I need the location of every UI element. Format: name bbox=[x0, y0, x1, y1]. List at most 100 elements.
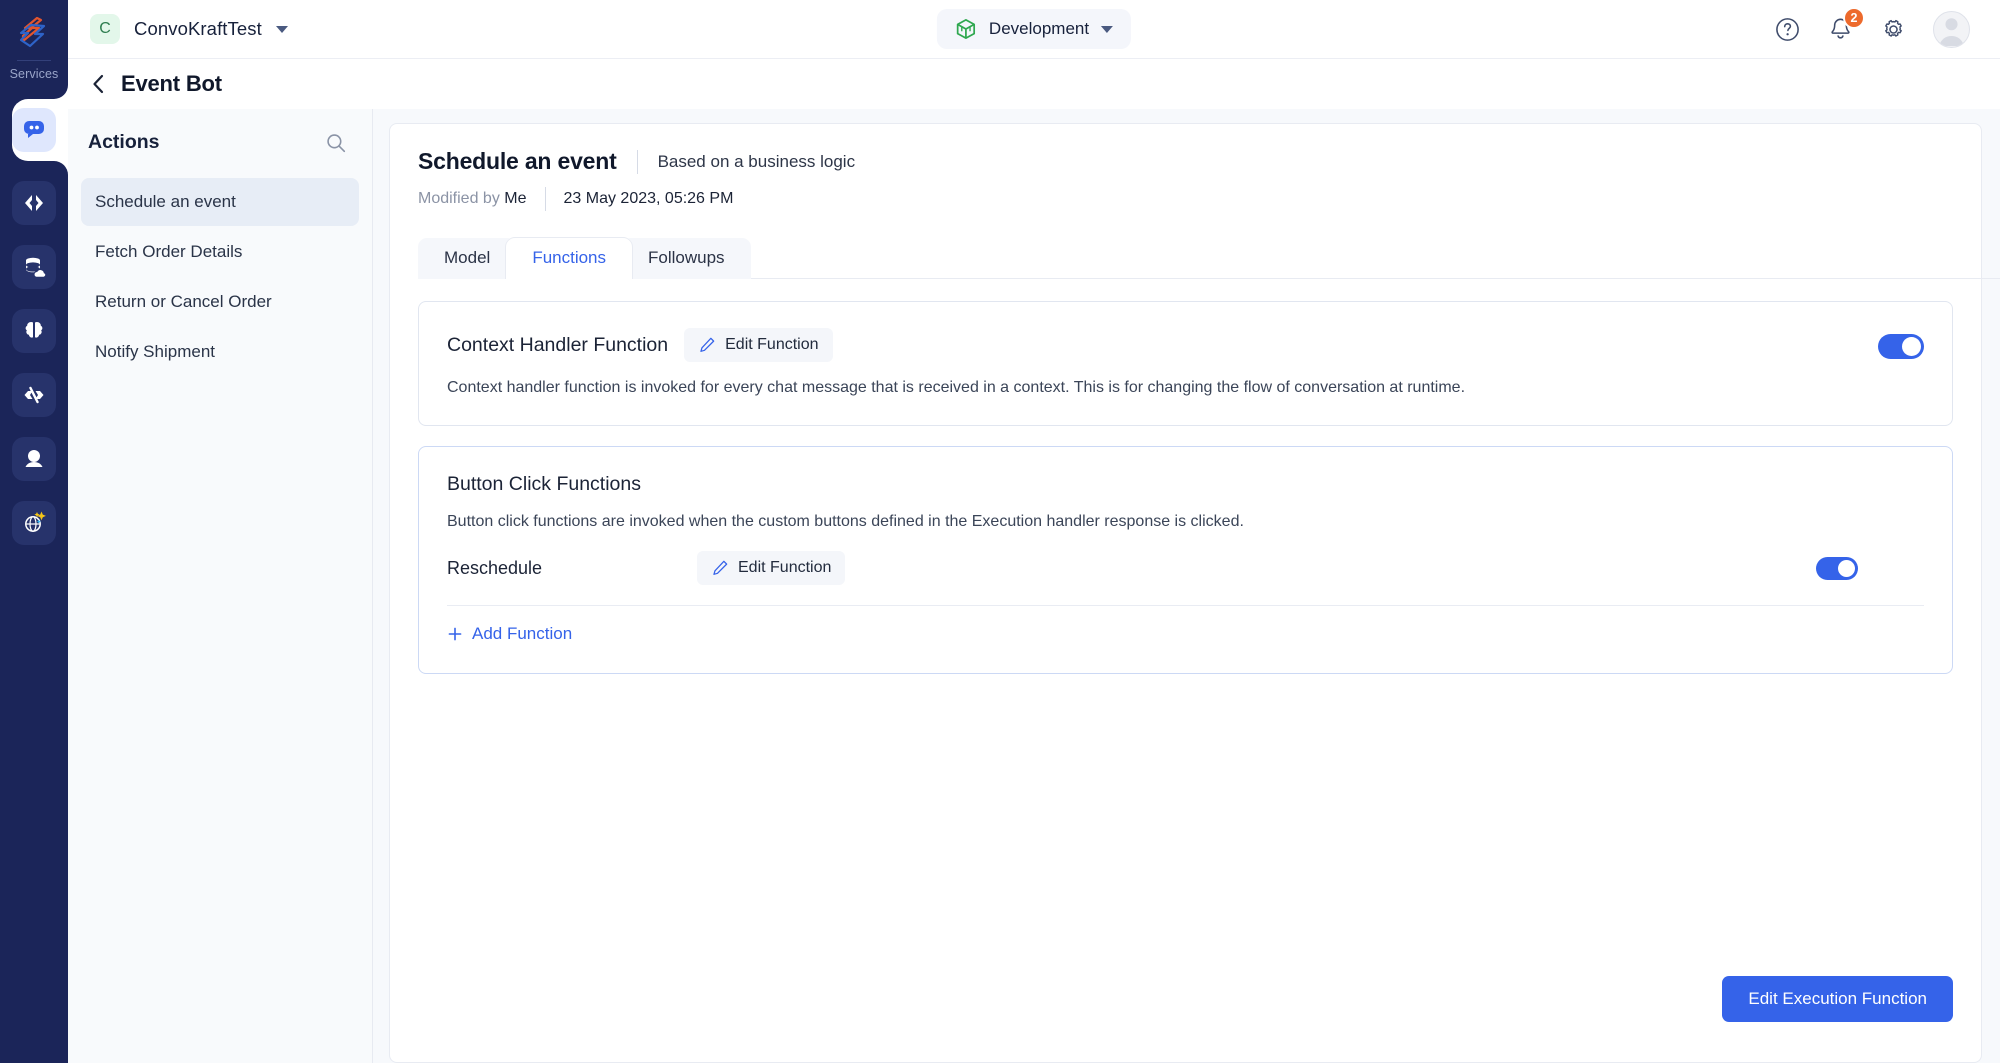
rail-items bbox=[0, 99, 68, 545]
settings-button[interactable] bbox=[1880, 16, 1907, 43]
context-handler-content: Context Handler Function Edit Function C… bbox=[447, 328, 1878, 399]
context-handler-toggle[interactable] bbox=[1878, 334, 1924, 359]
actions-pane: Actions Schedule an event Fetch Order De… bbox=[68, 109, 373, 1063]
chat-bubble-icon bbox=[21, 117, 47, 143]
body: Actions Schedule an event Fetch Order De… bbox=[68, 109, 2000, 1063]
tab-followups[interactable]: Followups bbox=[622, 238, 751, 279]
function-edit-function-label: Edit Function bbox=[738, 559, 831, 577]
app-root: Services bbox=[0, 0, 2000, 1063]
plus-icon bbox=[447, 626, 463, 642]
context-handler-edit-function-label: Edit Function bbox=[725, 336, 818, 354]
toggle-knob bbox=[1902, 337, 1921, 356]
sidebar-item-fetch-order-details[interactable]: Fetch Order Details bbox=[81, 228, 359, 276]
pencil-icon bbox=[698, 336, 716, 354]
modified-by-text: Modified by bbox=[418, 190, 500, 207]
context-handler-description: Context handler function is invoked for … bbox=[447, 376, 1878, 399]
sidebar-item-schedule-an-event[interactable]: Schedule an event bbox=[81, 178, 359, 226]
button-click-functions-description: Button click functions are invoked when … bbox=[447, 510, 1924, 533]
detail-title-row: Schedule an event Based on a business lo… bbox=[418, 148, 1953, 175]
add-function-label: Add Function bbox=[472, 624, 572, 644]
infinity-links-icon bbox=[21, 382, 47, 408]
left-nav-rail: Services bbox=[0, 0, 68, 1063]
context-handler-title-row: Context Handler Function Edit Function bbox=[447, 328, 1878, 362]
rail-item-agent[interactable] bbox=[12, 437, 56, 481]
search-button[interactable] bbox=[325, 132, 347, 154]
pencil-icon bbox=[711, 559, 729, 577]
rail-divider bbox=[17, 60, 51, 61]
rail-item-chat[interactable] bbox=[12, 108, 56, 152]
page-title: Event Bot bbox=[121, 71, 222, 97]
help-circle-icon bbox=[1774, 16, 1801, 43]
gear-icon bbox=[1880, 16, 1907, 43]
environment-selector[interactable]: Development bbox=[937, 9, 1131, 49]
detail-meta: Modified by Me 23 May 2023, 05:26 PM bbox=[418, 187, 1953, 211]
modified-date: 23 May 2023, 05:26 PM bbox=[564, 190, 734, 208]
back-button[interactable] bbox=[90, 73, 107, 95]
chevron-left-icon bbox=[90, 73, 107, 95]
brain-icon bbox=[21, 318, 47, 344]
search-icon bbox=[325, 132, 347, 154]
meta-divider bbox=[545, 187, 546, 211]
rail-item-code[interactable] bbox=[12, 181, 56, 225]
detail-subtitle: Based on a business logic bbox=[658, 152, 856, 172]
avatar[interactable] bbox=[1933, 11, 1970, 48]
chevron-down-icon[interactable] bbox=[1101, 26, 1113, 33]
topbar: C ConvoKraftTest Development bbox=[68, 0, 2000, 59]
rail-item-integrations[interactable] bbox=[12, 373, 56, 417]
database-cloud-icon bbox=[21, 254, 47, 280]
rail-services-label: Services bbox=[10, 67, 59, 81]
main-pane: Schedule an event Based on a business lo… bbox=[373, 109, 2000, 1063]
org-name: ConvoKraftTest bbox=[134, 18, 262, 40]
tab-model[interactable]: Model bbox=[418, 238, 516, 279]
actions-title: Actions bbox=[88, 131, 160, 154]
context-handler-panel: Context Handler Function Edit Function C… bbox=[418, 301, 1953, 426]
modified-by-label: Modified by Me bbox=[418, 190, 527, 208]
topbar-actions: 2 bbox=[1774, 11, 2000, 48]
modified-by-user: Me bbox=[504, 190, 526, 207]
context-handler-edit-function-button[interactable]: Edit Function bbox=[684, 328, 832, 362]
detail-title: Schedule an event bbox=[418, 148, 617, 175]
chevron-down-icon[interactable] bbox=[276, 26, 288, 33]
detail-header: Schedule an event Based on a business lo… bbox=[390, 124, 1981, 211]
actions-list: Schedule an event Fetch Order Details Re… bbox=[68, 178, 372, 378]
user-avatar-icon bbox=[1934, 11, 1969, 47]
right-region: C ConvoKraftTest Development bbox=[68, 0, 2000, 1063]
detail-card: Schedule an event Based on a business lo… bbox=[389, 123, 1982, 1063]
button-click-functions-title: Button Click Functions bbox=[447, 473, 1924, 496]
convo-logo-icon[interactable] bbox=[12, 10, 56, 54]
sidebar-item-notify-shipment[interactable]: Notify Shipment bbox=[81, 328, 359, 376]
tab-functions[interactable]: Functions bbox=[506, 238, 632, 279]
footer-actions: Edit Execution Function bbox=[1722, 976, 1953, 1022]
function-edit-function-button[interactable]: Edit Function bbox=[697, 551, 845, 585]
rail-item-chat-wrap bbox=[0, 99, 68, 161]
add-function-button[interactable]: Add Function bbox=[447, 624, 572, 644]
code-brackets-icon bbox=[21, 190, 47, 216]
org-avatar: C bbox=[90, 14, 120, 44]
page-header: Event Bot bbox=[68, 59, 2000, 109]
help-button[interactable] bbox=[1774, 16, 1801, 43]
function-row: Reschedule Edit Function bbox=[447, 533, 1924, 606]
button-click-functions-panel: Button Click Functions Button click func… bbox=[418, 446, 1953, 674]
tabs: Model Functions Followups bbox=[418, 237, 1981, 279]
actions-header: Actions bbox=[68, 131, 372, 154]
function-name: Reschedule bbox=[447, 558, 697, 579]
function-toggle[interactable] bbox=[1816, 557, 1858, 580]
org-switcher[interactable]: C ConvoKraftTest bbox=[68, 14, 288, 44]
environment-label: Development bbox=[989, 19, 1089, 39]
notifications-button[interactable]: 2 bbox=[1827, 16, 1854, 43]
sidebar-item-return-or-cancel-order[interactable]: Return or Cancel Order bbox=[81, 278, 359, 326]
edit-execution-function-button[interactable]: Edit Execution Function bbox=[1722, 976, 1953, 1022]
cube-icon bbox=[955, 18, 977, 40]
title-divider bbox=[637, 150, 638, 174]
notification-badge: 2 bbox=[1843, 7, 1865, 29]
avatar-sphere-icon bbox=[21, 446, 47, 472]
tab-panel-functions: Context Handler Function Edit Function C… bbox=[390, 279, 1981, 1062]
toggle-knob bbox=[1838, 560, 1855, 577]
context-handler-title: Context Handler Function bbox=[447, 334, 668, 357]
rail-corner-bottom bbox=[54, 161, 68, 175]
rail-item-ai[interactable] bbox=[12, 309, 56, 353]
rail-corner-top bbox=[54, 85, 68, 99]
rail-item-data[interactable] bbox=[12, 245, 56, 289]
globe-sparkle-icon bbox=[21, 510, 47, 536]
rail-item-magic[interactable] bbox=[12, 501, 56, 545]
